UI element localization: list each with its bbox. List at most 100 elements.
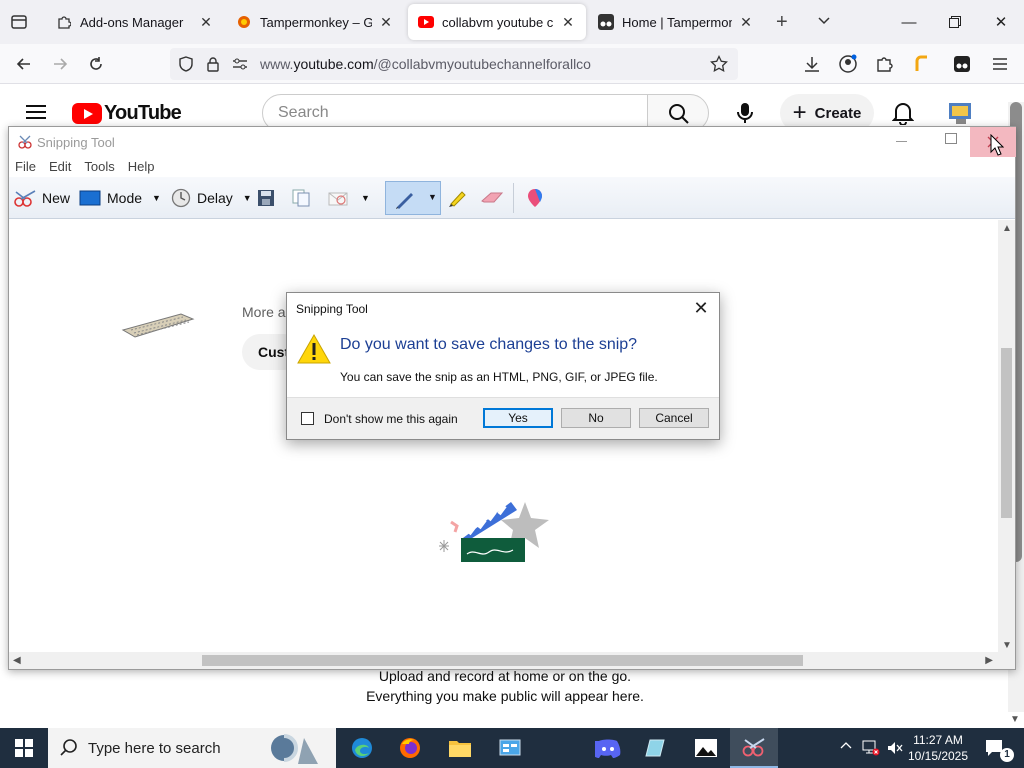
send-dropdown-arrow-icon[interactable]: ▼ — [361, 193, 370, 203]
downloads-icon[interactable] — [798, 50, 826, 78]
tampermonkey-ext-icon[interactable] — [948, 50, 976, 78]
page-scroll-down-icon[interactable]: ▼ — [1010, 714, 1020, 725]
tab-tampermonkey-home[interactable]: Home | Tampermonkey ✕ — [588, 4, 764, 40]
snip-horizontal-scrollbar[interactable]: ◀ ▶ — [9, 652, 999, 669]
new-label: New — [42, 190, 71, 206]
menu-edit[interactable]: Edit — [49, 159, 71, 177]
minimize-icon[interactable] — [896, 141, 907, 142]
scroll-down-arrow-icon[interactable]: ▼ — [1002, 640, 1012, 651]
scroll-up-arrow-icon[interactable]: ▲ — [1002, 223, 1012, 234]
tab-close-icon[interactable]: ✕ — [198, 14, 214, 31]
menu-help[interactable]: Help — [128, 159, 155, 177]
envelope-icon — [328, 192, 348, 206]
taskbar-search-placeholder: Type here to search — [88, 739, 221, 757]
highlighter-icon — [449, 191, 466, 207]
network-icon[interactable] — [862, 740, 880, 759]
taskbar-discord[interactable] — [584, 728, 632, 768]
eraser-button[interactable] — [479, 185, 505, 211]
tab-addons-manager[interactable]: Add-ons Manager ✕ — [46, 4, 224, 40]
dont-show-again-label[interactable]: Don't show me this again — [324, 412, 458, 426]
microphone-icon[interactable] — [736, 102, 754, 127]
clock-date: 10/15/2025 — [907, 749, 969, 763]
bookmark-star-icon[interactable] — [710, 54, 728, 76]
window-close-icon[interactable]: ✕ — [978, 0, 1024, 44]
window-restore-icon[interactable] — [932, 0, 978, 44]
cancel-label: Cancel — [655, 411, 693, 425]
folder-icon — [449, 741, 471, 757]
cancel-button[interactable]: Cancel — [639, 408, 709, 428]
show-hidden-icons-chevron-icon[interactable] — [840, 740, 852, 755]
maximize-icon[interactable] — [945, 133, 957, 144]
snip-vertical-scroll-thumb[interactable] — [1001, 348, 1012, 518]
highlighter-button[interactable] — [447, 185, 469, 211]
back-arrow-icon[interactable] — [10, 50, 38, 78]
no-button[interactable]: No — [561, 408, 631, 428]
delay-button[interactable]: Delay ▼ — [171, 185, 252, 211]
taskbar-vm-app[interactable] — [632, 728, 680, 768]
forward-arrow-icon[interactable] — [46, 50, 74, 78]
taskbar-edge[interactable] — [338, 728, 386, 768]
guide-hamburger-icon[interactable] — [26, 104, 46, 123]
reload-icon[interactable] — [82, 50, 110, 78]
url-domain: youtube.com — [293, 56, 374, 72]
tab-tampermonkey-get[interactable]: Tampermonkey – Get th ✕ — [226, 4, 404, 40]
url-prefix: www. — [260, 56, 294, 72]
tab-label: Home | Tampermonkey — [622, 14, 732, 30]
new-tab-icon[interactable]: + — [776, 11, 788, 34]
mode-button[interactable]: Mode ▼ — [79, 185, 161, 211]
tab-close-icon[interactable]: ✕ — [738, 14, 754, 31]
youtube-logo-text: YouTube — [104, 102, 182, 124]
firefox-view-icon[interactable] — [10, 13, 28, 31]
menu-tools[interactable]: Tools — [84, 159, 114, 177]
taskbar-snipping-tool[interactable] — [730, 728, 778, 768]
taskbar-photos[interactable] — [682, 728, 730, 768]
pen-icon — [396, 193, 413, 209]
taskbar-file-explorer[interactable] — [436, 728, 484, 768]
dialog-close-icon[interactable]: ✕ — [689, 297, 713, 319]
window-minimize-icon[interactable]: — — [886, 0, 932, 44]
pen-tool-button[interactable]: ▼ — [385, 181, 441, 215]
paint3d-button[interactable] — [525, 185, 545, 211]
taskbar-search-box[interactable]: Type here to search — [48, 728, 336, 768]
snip-vertical-scrollbar[interactable]: ▲ ▼ — [998, 220, 1015, 653]
youtube-logo[interactable]: YouTube — [72, 102, 182, 125]
list-tabs-chevron-icon[interactable] — [816, 12, 832, 31]
dont-show-again-checkbox[interactable] — [301, 412, 314, 425]
tab-collabvm-youtube[interactable]: collabvm youtube chan ✕ — [408, 4, 586, 40]
start-button[interactable] — [0, 728, 48, 768]
mode-dropdown-arrow-icon[interactable]: ▼ — [152, 193, 161, 203]
extension-key-icon[interactable] — [908, 50, 936, 78]
rectangle-mode-icon — [79, 190, 101, 206]
app-menu-hamburger-icon[interactable] — [986, 50, 1014, 78]
yes-button[interactable]: Yes — [483, 408, 553, 428]
pen-dropdown-arrow-icon[interactable]: ▼ — [428, 192, 437, 202]
url-bar[interactable]: www.youtube.com/@collabvmyoutubechannelf… — [170, 48, 738, 80]
resize-grip[interactable] — [998, 652, 1015, 669]
taskbar-clock[interactable]: 11:27 AM 10/15/2025 — [906, 732, 970, 764]
volume-muted-icon[interactable] — [886, 740, 904, 759]
firefox-addon-icon — [236, 14, 252, 30]
copy-button[interactable] — [291, 185, 311, 211]
action-center-button[interactable]: 1 — [980, 728, 1024, 768]
notifications-bell-icon[interactable] — [891, 101, 915, 128]
taskbar-firefox[interactable] — [386, 728, 434, 768]
scroll-left-arrow-icon[interactable]: ◀ — [13, 655, 21, 666]
account-icon[interactable] — [834, 50, 862, 78]
snip-horizontal-scroll-thumb[interactable] — [202, 655, 803, 666]
permissions-icon[interactable] — [232, 57, 248, 74]
menu-file[interactable]: File — [15, 159, 36, 177]
plus-icon: + — [792, 99, 807, 126]
tab-close-icon[interactable]: ✕ — [378, 14, 394, 31]
extensions-icon[interactable] — [870, 50, 898, 78]
delay-dropdown-arrow-icon[interactable]: ▼ — [243, 193, 252, 203]
taskbar-control-panel[interactable] — [486, 728, 534, 768]
scroll-right-arrow-icon[interactable]: ▶ — [985, 655, 993, 666]
send-snip-button[interactable]: ▼ — [327, 185, 370, 211]
public-message: Everything you make public will appear h… — [366, 688, 644, 704]
save-changes-dialog: Snipping Tool ✕ Do you want to save chan… — [286, 292, 720, 440]
lock-icon[interactable] — [206, 56, 220, 75]
new-snip-button[interactable]: New — [13, 185, 70, 211]
tab-close-icon[interactable]: ✕ — [560, 14, 576, 31]
tracking-shield-icon[interactable] — [178, 56, 194, 75]
save-snip-button[interactable] — [257, 185, 275, 211]
